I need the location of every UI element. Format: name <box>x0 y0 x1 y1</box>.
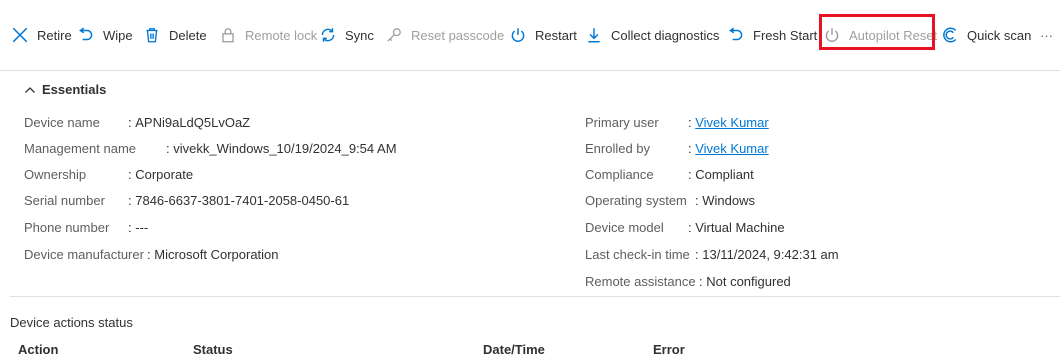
restart-button[interactable]: Restart <box>508 22 577 48</box>
essentials-row-operating-system: Operating system : Windows <box>585 193 755 208</box>
undo-icon <box>76 25 96 45</box>
lock-icon <box>218 25 238 45</box>
essentials-row-remote-assistance: Remote assistance : Not configured <box>585 274 791 289</box>
essentials-row-ownership: Ownership : Corporate <box>24 167 194 182</box>
section-divider <box>10 296 1060 297</box>
phone-number-value: --- <box>135 220 149 235</box>
undo-icon <box>726 25 746 45</box>
remote-lock-button[interactable]: Remote lock <box>218 22 317 48</box>
enrolled-by-link[interactable]: Vivek Kumar <box>695 141 768 156</box>
sync-label: Sync <box>345 27 374 43</box>
field-label: Device model <box>585 220 664 235</box>
operating-system-value: Windows <box>702 193 755 208</box>
more-label: ··· <box>1040 27 1053 43</box>
remote-assistance-value: Not configured <box>706 274 791 289</box>
retire-button[interactable]: Retire <box>10 22 72 48</box>
ownership-value: Corporate <box>135 167 194 182</box>
field-label: Enrolled by <box>585 141 651 156</box>
chevron-up-icon <box>25 86 35 93</box>
restart-label: Restart <box>535 27 577 43</box>
last-check-in-value: 13/11/2024, 9:42:31 am <box>702 247 839 262</box>
device-name-value: APNi9aLdQ5LvOaZ <box>135 115 251 130</box>
field-label: Primary user <box>585 115 659 130</box>
trash-icon <box>142 25 162 45</box>
wipe-label: Wipe <box>103 27 133 43</box>
compliance-value: Compliant <box>695 167 754 182</box>
essentials-toggle[interactable]: Essentials <box>24 82 106 97</box>
scan-icon <box>940 25 960 45</box>
field-label: Remote assistance <box>585 274 696 289</box>
command-bar: Retire Wipe Delete Remote lock Sync Rese… <box>0 0 1060 71</box>
power-icon <box>508 25 528 45</box>
field-label: Management name <box>24 141 137 156</box>
sync-button[interactable]: Sync <box>318 22 374 48</box>
field-label: Ownership <box>24 167 87 182</box>
field-label: Compliance <box>585 167 654 182</box>
retire-label: Retire <box>37 27 72 43</box>
essentials-row-device-manufacturer: Device manufacturer : Microsoft Corporat… <box>24 247 279 262</box>
collect-diagnostics-label: Collect diagnostics <box>611 27 720 43</box>
column-header-status[interactable]: Status <box>193 342 233 357</box>
field-label: Phone number <box>24 220 110 235</box>
essentials-title: Essentials <box>42 82 107 97</box>
device-model-value: Virtual Machine <box>695 220 785 235</box>
close-icon <box>10 25 30 45</box>
delete-button[interactable]: Delete <box>142 22 207 48</box>
more-button[interactable]: ··· <box>1040 22 1053 48</box>
column-header-datetime[interactable]: Date/Time <box>483 342 545 357</box>
essentials-row-phone-number: Phone number : --- <box>24 220 149 235</box>
field-label: Serial number <box>24 193 105 208</box>
download-icon <box>584 25 604 45</box>
quick-scan-label: Quick scan <box>967 27 1032 43</box>
reset-passcode-label: Reset passcode <box>411 27 505 43</box>
wipe-button[interactable]: Wipe <box>76 22 133 48</box>
device-manufacturer-value: Microsoft Corporation <box>154 247 279 262</box>
column-header-error[interactable]: Error <box>653 342 685 357</box>
serial-number-value: 7846-6637-3801-7401-2058-0450-61 <box>135 193 350 208</box>
fresh-start-button[interactable]: Fresh Start <box>726 22 817 48</box>
essentials-row-enrolled-by: Enrolled by : Vivek Kumar <box>585 141 769 156</box>
sync-icon <box>318 25 338 45</box>
field-label: Device name <box>24 115 100 130</box>
primary-user-link[interactable]: Vivek Kumar <box>695 115 768 130</box>
essentials-row-primary-user: Primary user : Vivek Kumar <box>585 115 769 130</box>
autopilot-reset-highlight <box>819 14 935 50</box>
management-name-value: vivekk_Windows_10/19/2024_9:54 AM <box>173 141 397 156</box>
field-label: Last check-in time <box>585 247 690 262</box>
field-label: Operating system <box>585 193 687 208</box>
essentials-row-last-check-in: Last check-in time : 13/11/2024, 9:42:31… <box>585 247 839 262</box>
essentials-row-device-model: Device model : Virtual Machine <box>585 220 785 235</box>
delete-label: Delete <box>169 27 207 43</box>
device-actions-status-title: Device actions status <box>10 315 133 330</box>
fresh-start-label: Fresh Start <box>753 27 818 43</box>
essentials-row-compliance: Compliance : Compliant <box>585 167 754 182</box>
field-label: Device manufacturer <box>24 247 144 262</box>
quick-scan-button[interactable]: Quick scan <box>940 22 1031 48</box>
column-header-action[interactable]: Action <box>18 342 58 357</box>
collect-diagnostics-button[interactable]: Collect diagnostics <box>584 22 719 48</box>
remote-lock-label: Remote lock <box>245 27 318 43</box>
essentials-row-management-name: Management name : vivekk_Windows_10/19/2… <box>24 141 397 156</box>
essentials-row-serial-number: Serial number : 7846-6637-3801-7401-2058… <box>24 193 350 208</box>
reset-passcode-button[interactable]: Reset passcode <box>384 22 504 48</box>
essentials-row-device-name: Device name : APNi9aLdQ5LvOaZ <box>24 115 251 130</box>
key-icon <box>384 25 404 45</box>
